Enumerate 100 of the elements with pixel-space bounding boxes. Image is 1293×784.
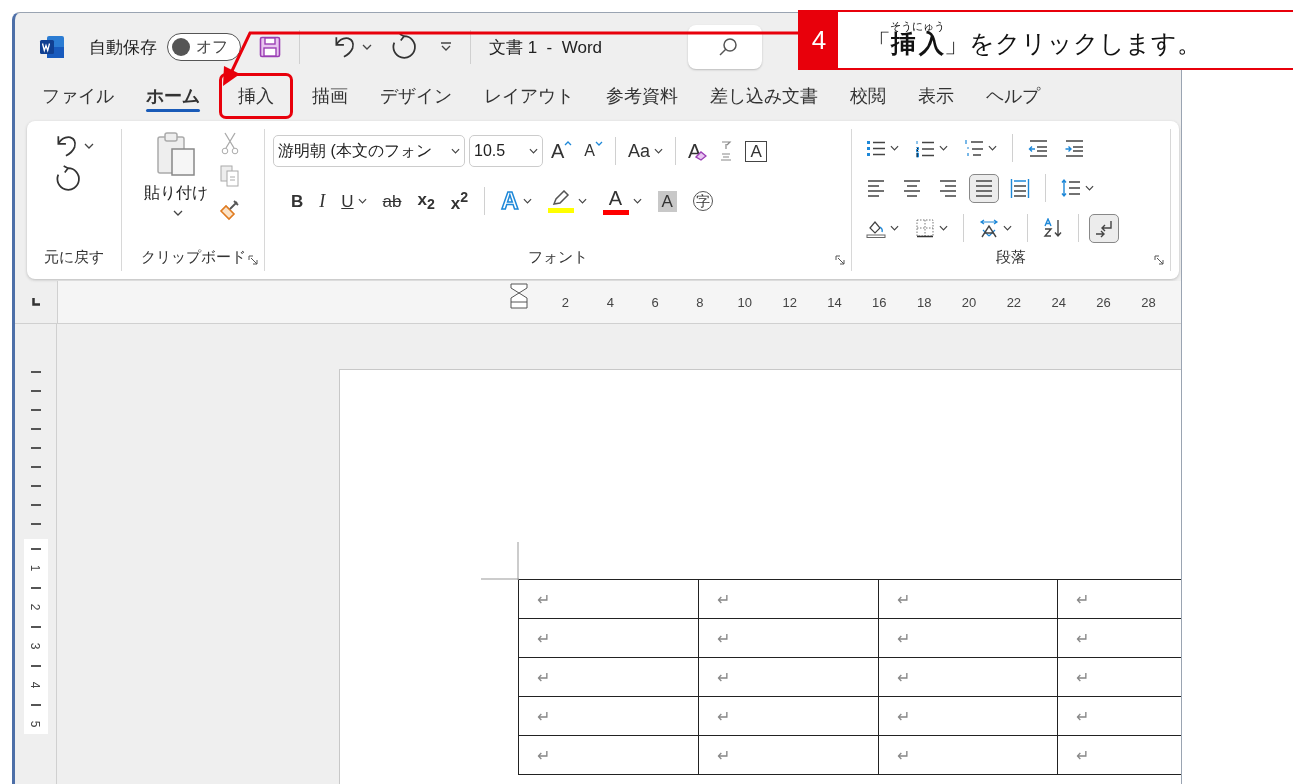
italic-font-button[interactable]: I: [315, 185, 330, 217]
strike-font-button[interactable]: ab: [378, 185, 406, 217]
table-cell[interactable]: ↵: [698, 579, 878, 619]
ribbon-tab[interactable]: ファイル: [29, 75, 127, 117]
caret-icon[interactable]: [939, 225, 948, 231]
dialog-launcher-icon[interactable]: [835, 255, 845, 265]
caret-icon[interactable]: [939, 145, 948, 151]
ruler-number: 4: [27, 681, 44, 689]
table-cell[interactable]: ↵: [698, 618, 878, 658]
ruler-number: 28: [1140, 294, 1157, 310]
ribbon-tab[interactable]: デザイン: [367, 75, 465, 117]
outdent-icon: [1028, 137, 1048, 159]
justify-button[interactable]: [969, 173, 999, 203]
ribbon-tab[interactable]: 描画: [299, 75, 361, 117]
customize-toolbar-icon[interactable]: [440, 42, 452, 52]
caret-icon[interactable]: [173, 210, 183, 216]
ruler-number: 6: [650, 294, 660, 310]
center-icon: [902, 177, 922, 199]
word-logo-icon: [39, 35, 65, 59]
redo-icon[interactable]: [54, 165, 82, 193]
indent-icon: [1064, 137, 1084, 159]
ribbon-tab[interactable]: ホーム: [133, 75, 213, 117]
ruler-number: 12: [781, 294, 798, 310]
paste-button[interactable]: 貼り付け: [144, 183, 208, 204]
ruler-number: 14: [826, 294, 843, 310]
table-cell[interactable]: ↵: [878, 579, 1058, 619]
table-cell[interactable]: ↵: [698, 696, 878, 736]
underline-font-button[interactable]: U: [337, 185, 371, 217]
table-corner-mark: [481, 542, 519, 580]
ruler-number: 5: [27, 720, 44, 728]
table-cell[interactable]: ↵: [878, 657, 1058, 697]
ruler-number: 24: [1050, 294, 1067, 310]
caret-icon[interactable]: [522, 198, 532, 204]
caret-icon[interactable]: [357, 198, 367, 204]
superscript-font-button[interactable]: x$^{2}$: [446, 185, 473, 217]
table-cell[interactable]: ↵: [878, 735, 1058, 775]
caret-icon[interactable]: [632, 198, 642, 204]
enclose-font-button[interactable]: 字: [688, 185, 717, 217]
caret-icon[interactable]: [988, 145, 997, 151]
case-font-button[interactable]: Aa: [624, 135, 668, 167]
dialog-launcher-icon[interactable]: [1154, 255, 1164, 265]
justify-icon: [974, 177, 994, 199]
font-size-field[interactable]: 10.5: [469, 135, 543, 167]
caret-icon[interactable]: [890, 225, 899, 231]
ruler-number: 8: [695, 294, 705, 310]
table-cell[interactable]: ↵: [698, 735, 878, 775]
fontcolor-font-button[interactable]: A: [598, 185, 646, 217]
save-icon[interactable]: [259, 36, 281, 58]
ribbon-tab[interactable]: ヘルプ: [973, 75, 1053, 117]
caret-icon[interactable]: [654, 148, 664, 154]
spacing-icon: [1061, 177, 1081, 199]
tab-stop-icon[interactable]: [32, 298, 40, 306]
search-icon: [718, 37, 739, 57]
caret-icon[interactable]: [84, 143, 94, 149]
asian-icon: [979, 217, 999, 239]
caret-icon[interactable]: [1003, 225, 1012, 231]
dialog-launcher-icon[interactable]: [248, 255, 258, 265]
search-field[interactable]: [688, 25, 763, 69]
bold-font-button[interactable]: B: [287, 185, 308, 217]
ruler-number: 3: [27, 642, 44, 650]
indent-marker-icon[interactable]: [510, 283, 528, 309]
caret-icon[interactable]: [577, 198, 587, 204]
table-cell[interactable]: ↵: [878, 618, 1058, 658]
multilevel-icon: [964, 137, 984, 159]
table-cell[interactable]: ↵: [518, 696, 699, 736]
ribbon-tab[interactable]: 表示: [905, 75, 967, 117]
caret-icon[interactable]: [1085, 185, 1094, 191]
table-cell[interactable]: ↵: [518, 618, 699, 658]
table-cell[interactable]: ↵: [518, 735, 699, 775]
shade-font-button[interactable]: A: [653, 185, 681, 217]
caret-icon[interactable]: [362, 44, 372, 50]
group-label: フォント: [528, 248, 588, 267]
redo-icon[interactable]: [390, 33, 418, 61]
caret-icon[interactable]: [451, 148, 460, 154]
distribute-icon: [1010, 177, 1030, 199]
table-cell[interactable]: ↵: [878, 696, 1058, 736]
table-cell[interactable]: ↵: [1057, 579, 1181, 619]
ruler-number: 22: [1005, 294, 1023, 310]
ribbon-tab[interactable]: 参考資料: [593, 75, 691, 117]
caret-icon[interactable]: [890, 145, 899, 151]
ruler-number: 1: [27, 564, 44, 572]
table-cell[interactable]: ↵: [518, 579, 699, 619]
ribbon-tab[interactable]: 校閲: [837, 75, 899, 117]
sort-icon: [1043, 217, 1063, 239]
table-cell[interactable]: ↵: [518, 657, 699, 697]
ruler-number: 2: [27, 603, 44, 611]
ribbon-tab[interactable]: 差し込み文書: [697, 75, 831, 117]
group-label: クリップボード: [140, 248, 246, 267]
subscript-font-button[interactable]: x$_{2}$: [413, 185, 439, 217]
ribbon-tab[interactable]: レイアウト: [471, 75, 587, 117]
autosave-toggle[interactable]: オフ: [167, 33, 241, 61]
table-cell[interactable]: ↵: [698, 657, 878, 697]
phonetic-guide-icon: [719, 140, 734, 162]
grow-font-button[interactable]: A: [547, 135, 577, 167]
font-name-field[interactable]: 游明朝 (本文のフォン: [273, 135, 465, 167]
effect-font-button[interactable]: A: [497, 185, 536, 217]
shrink-font-button[interactable]: A: [580, 135, 607, 167]
clipboard-icon[interactable]: [156, 131, 196, 177]
caret-icon[interactable]: [529, 148, 538, 154]
marks-button[interactable]: [1089, 213, 1119, 243]
